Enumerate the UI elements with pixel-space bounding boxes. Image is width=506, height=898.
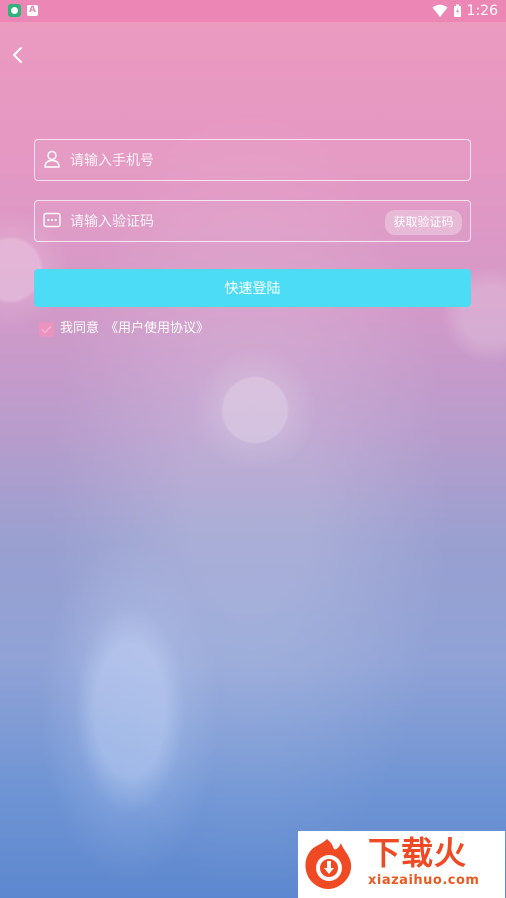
a-notification-icon: A (27, 5, 38, 16)
status-system-icons: 1:26 (432, 2, 498, 20)
phone-field (34, 139, 471, 181)
agreement-checkbox[interactable] (39, 321, 54, 337)
fire-logo-icon (305, 839, 352, 890)
watermark-subtitle: xiazaihuo.com (368, 873, 480, 888)
watermark-title: 下载火 (368, 834, 468, 872)
agreement-row: 我同意 《用户使用协议》 (39, 320, 209, 338)
user-agreement-link[interactable]: 《用户使用协议》 (105, 320, 209, 338)
agreement-prefix: 我同意 (60, 321, 100, 336)
message-dots-icon (43, 212, 61, 228)
status-time: 1:26 (466, 3, 498, 19)
check-icon (41, 325, 52, 334)
back-button[interactable] (8, 42, 28, 68)
status-bar: A 1:26 (0, 0, 506, 22)
quick-login-button[interactable]: 快速登陆 (34, 269, 471, 307)
status-notifications: A (8, 4, 38, 17)
watermark-logo: 下载火 xiazaihuo.com (298, 831, 505, 898)
battery-icon (453, 4, 461, 17)
login-screen: A 1:26 请输入手机号 请输入验证码 获取验证码 快速登陆 我同意 《用户使… (0, 0, 506, 898)
verification-code-field: 获取验证码 (34, 200, 471, 242)
chevron-left-icon (13, 47, 22, 63)
phone-input[interactable] (68, 149, 372, 173)
user-icon (44, 150, 60, 168)
app-notification-icon (8, 4, 21, 17)
get-code-button[interactable]: 获取验证码 (385, 210, 462, 235)
wifi-icon (432, 4, 448, 17)
verification-code-input[interactable] (68, 210, 372, 234)
